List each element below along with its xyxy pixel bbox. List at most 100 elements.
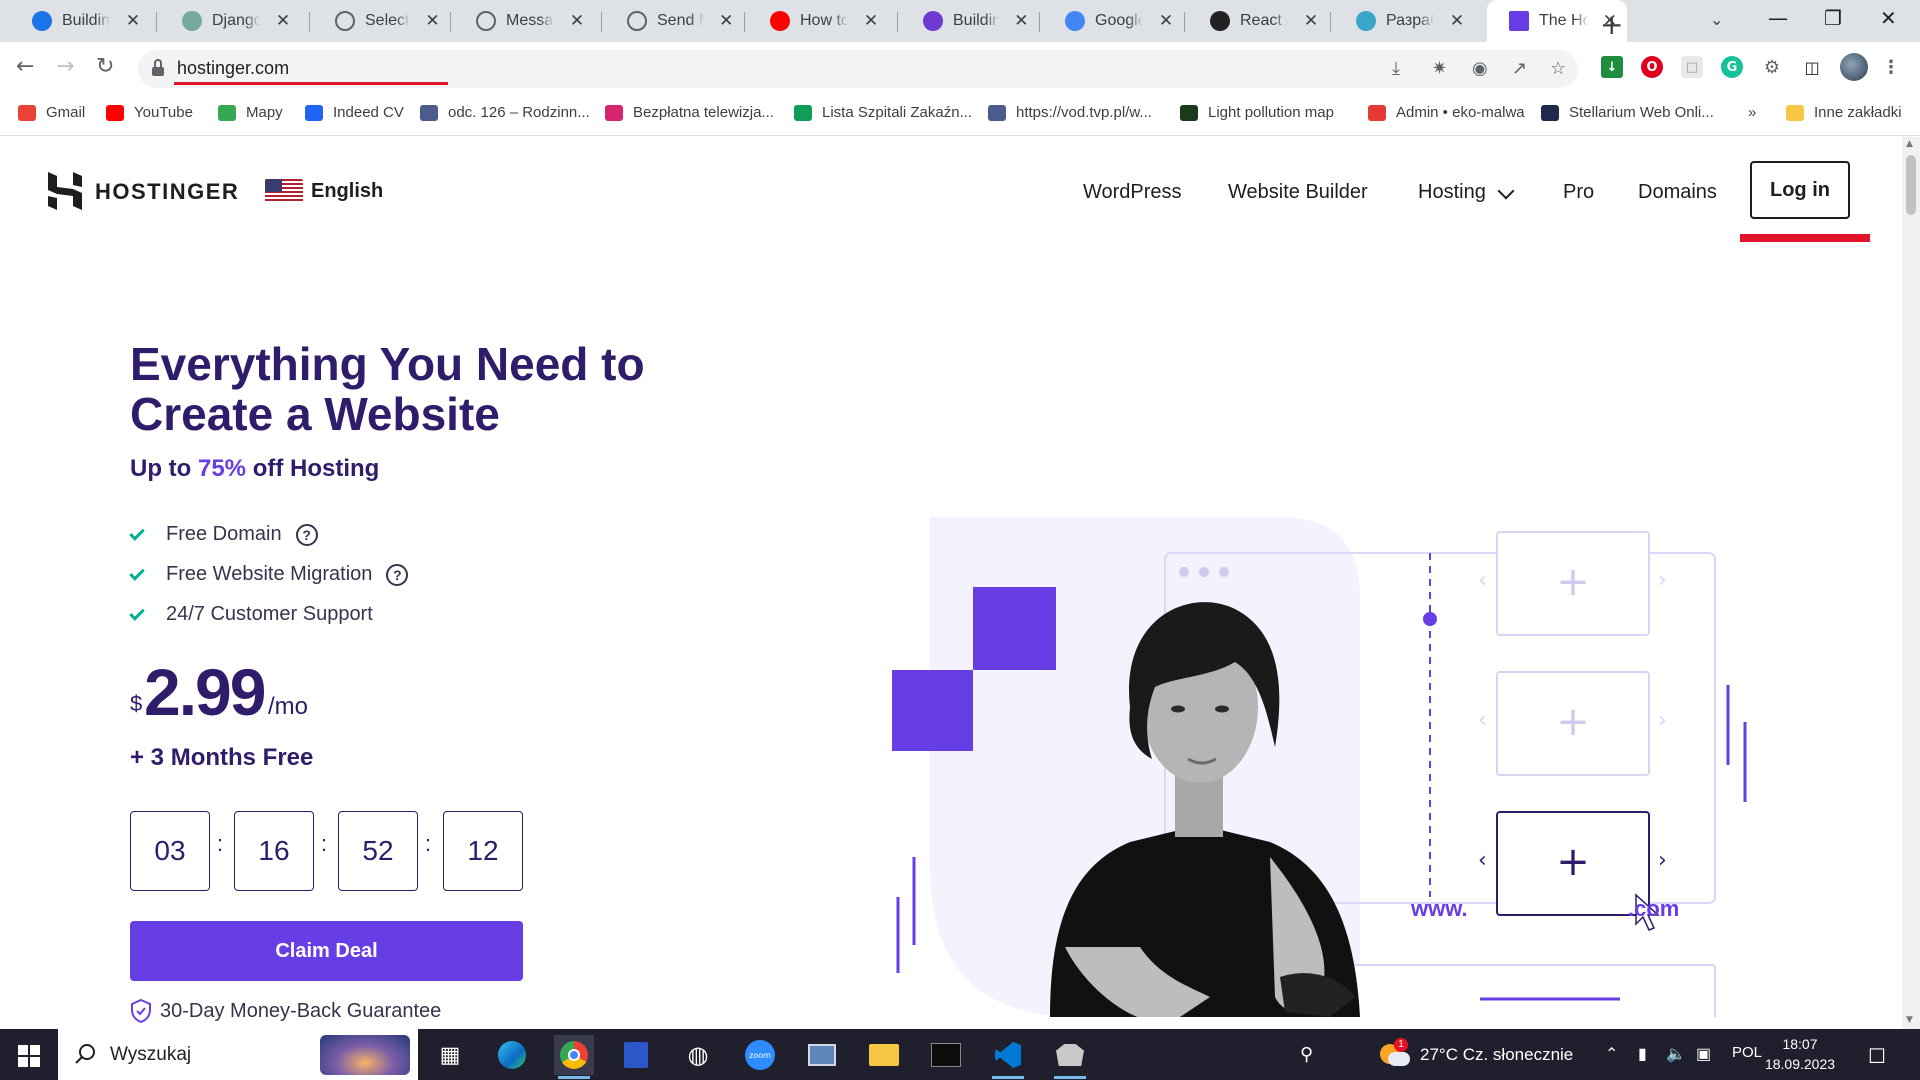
zoom-icon[interactable]: zoom	[740, 1035, 780, 1075]
network-app-icon[interactable]: ◍	[678, 1035, 718, 1075]
browser-tab[interactable]: Google П ✕	[1043, 0, 1185, 42]
minimize-icon[interactable]: —	[1768, 6, 1788, 30]
page-scrollbar[interactable]: ▲ ▼	[1902, 137, 1920, 1029]
scroll-thumb[interactable]	[1906, 155, 1916, 215]
side-panel-icon[interactable]: ◫	[1801, 56, 1823, 78]
browser-tab[interactable]: How to C ✕	[748, 0, 898, 42]
bookmark-star-icon[interactable]: ☆	[1550, 58, 1566, 79]
restore-icon[interactable]: ❐	[1824, 6, 1842, 30]
taskbar-search-box[interactable]: Wyszukaj	[58, 1029, 418, 1080]
bookmark-item[interactable]: YouTube	[106, 104, 193, 121]
login-button[interactable]: Log in	[1750, 161, 1850, 219]
taskbar-search-placeholder[interactable]: Wyszukaj	[110, 1044, 191, 1066]
browser-tab[interactable]: Разрабо ✕	[1334, 0, 1484, 42]
translate-icon[interactable]: ✷	[1432, 58, 1447, 79]
remote-desktop-icon[interactable]	[802, 1035, 842, 1075]
nav-wordpress[interactable]: WordPress	[1083, 181, 1182, 204]
bookmark-item[interactable]: Stellarium Web Onli...	[1541, 104, 1714, 121]
back-icon[interactable]: ←	[16, 54, 34, 79]
browser-tab[interactable]: Building C ✕	[10, 0, 157, 42]
close-tab-icon[interactable]: ✕	[424, 11, 441, 31]
scroll-down-icon[interactable]: ▼	[1906, 1015, 1913, 1025]
language-selector[interactable]: English	[265, 179, 383, 203]
people-icon[interactable]: ⚲	[1300, 1044, 1313, 1065]
network-icon[interactable]: ▣	[1696, 1044, 1711, 1064]
bookmark-item[interactable]: Mapy	[218, 104, 283, 121]
volume-icon[interactable]: 🔈	[1666, 1044, 1686, 1064]
save-disk-icon[interactable]	[616, 1035, 656, 1075]
close-tab-icon[interactable]: ✕	[718, 11, 735, 31]
bookmark-item[interactable]: Gmail	[18, 104, 85, 121]
opera-icon[interactable]: O	[1641, 56, 1663, 78]
close-tab-icon[interactable]: ✕	[1013, 11, 1030, 31]
help-question-icon[interactable]: ?	[386, 563, 409, 586]
notifications-icon[interactable]: ☐	[1868, 1044, 1886, 1069]
close-window-icon[interactable]: ✕	[1880, 6, 1897, 30]
input-language[interactable]: POL	[1732, 1044, 1762, 1061]
chrome-icon[interactable]	[554, 1035, 594, 1079]
grammarly-icon[interactable]: G	[1721, 56, 1743, 78]
url-text[interactable]: hostinger.com	[177, 58, 289, 79]
bookmark-item[interactable]: Lista Szpitali Zakaźn...	[794, 104, 972, 121]
forward-icon[interactable]: →	[56, 54, 74, 79]
nav-domains[interactable]: Domains	[1638, 181, 1717, 204]
help-question-icon[interactable]: ?	[295, 523, 318, 546]
eye-off-icon[interactable]: ◉	[1472, 58, 1488, 79]
tab-search-icon[interactable]: ⌄	[1710, 10, 1723, 29]
close-tab-icon[interactable]: ✕	[862, 11, 880, 31]
close-tab-icon[interactable]: ✕	[1302, 11, 1320, 31]
extensions-puzzle-icon[interactable]: ⚙	[1761, 56, 1783, 78]
browser-tab[interactable]: Building ✕	[901, 0, 1040, 42]
hostinger-logo-icon[interactable]	[48, 172, 82, 210]
show-hidden-icons-chevron[interactable]: ⌃	[1605, 1044, 1618, 1064]
close-tab-icon[interactable]: ✕	[1448, 11, 1466, 31]
edge-icon[interactable]	[492, 1035, 532, 1075]
terminal-icon[interactable]	[926, 1035, 966, 1075]
browser-tab[interactable]: Django A ✕	[160, 0, 310, 42]
claim-deal-button[interactable]: Claim Deal	[130, 921, 523, 981]
extension-box-icon[interactable]: □	[1681, 56, 1703, 78]
close-tab-icon[interactable]: ✕	[568, 11, 586, 31]
close-tab-icon[interactable]: ✕	[274, 11, 292, 31]
scroll-up-icon[interactable]: ▲	[1906, 139, 1913, 149]
browser-tab[interactable]: Send Mes ✕	[605, 0, 745, 42]
nav-website-builder[interactable]: Website Builder	[1228, 181, 1368, 204]
hostinger-logo-text[interactable]: HOSTINGER	[95, 179, 239, 205]
bookmark-item[interactable]: Light pollution map	[1180, 104, 1334, 121]
bookmark-item[interactable]: Inne zakładki	[1786, 104, 1902, 121]
chevron-down-icon[interactable]	[1497, 182, 1515, 200]
nav-hosting[interactable]: Hosting	[1418, 181, 1486, 204]
bookmark-item[interactable]: odc. 126 – Rodzinn...	[420, 104, 590, 121]
browser-tab[interactable]: Select me ✕	[313, 0, 451, 42]
clock-time[interactable]: 18:07	[1760, 1036, 1840, 1052]
bookmark-item[interactable]: Bezpłatna telewizja...	[605, 104, 774, 121]
lock-icon[interactable]	[152, 59, 164, 77]
close-tab-icon[interactable]: ✕	[124, 11, 142, 31]
close-tab-icon[interactable]: ✕	[1157, 11, 1175, 31]
weather-text[interactable]: 27°C Cz. słonecznie	[1420, 1045, 1573, 1065]
vscode-icon[interactable]	[988, 1035, 1028, 1079]
tab-title: How to C	[800, 12, 848, 29]
bookmark-item[interactable]: Indeed CV	[305, 104, 404, 121]
share-icon[interactable]: ↗	[1512, 58, 1527, 79]
bookmarks-overflow-button[interactable]: »	[1748, 104, 1756, 121]
clock-date[interactable]: 18.09.2023	[1760, 1056, 1840, 1072]
browser-tab[interactable]: Message ✕	[454, 0, 602, 42]
browser-menu-icon[interactable]: ⋮	[1880, 56, 1902, 78]
download-arrow-icon[interactable]: ↓	[1601, 56, 1623, 78]
browser-tab[interactable]: React App ✕	[1188, 0, 1331, 42]
file-explorer-icon[interactable]	[864, 1035, 904, 1075]
nav-pro[interactable]: Pro	[1563, 181, 1594, 204]
new-tab-button[interactable]: +	[1600, 8, 1623, 41]
address-bar[interactable]: hostinger.com ⤓ ✷ ◉ ↗ ☆	[138, 50, 1578, 88]
bookmark-item[interactable]: Admin • eko-malwa	[1368, 104, 1525, 121]
game-app-icon[interactable]	[1050, 1035, 1090, 1079]
profile-avatar[interactable]	[1840, 53, 1868, 81]
windows-start-icon[interactable]	[18, 1045, 40, 1067]
bookmark-item[interactable]: https://vod.tvp.pl/w...	[988, 104, 1152, 121]
task-view-icon[interactable]: ▦	[430, 1035, 470, 1075]
battery-icon[interactable]: ▮	[1638, 1044, 1647, 1064]
reload-icon[interactable]: ↻	[96, 54, 114, 79]
install-app-icon[interactable]: ⤓	[1392, 58, 1400, 79]
weather-icon[interactable]: 1	[1380, 1038, 1410, 1068]
